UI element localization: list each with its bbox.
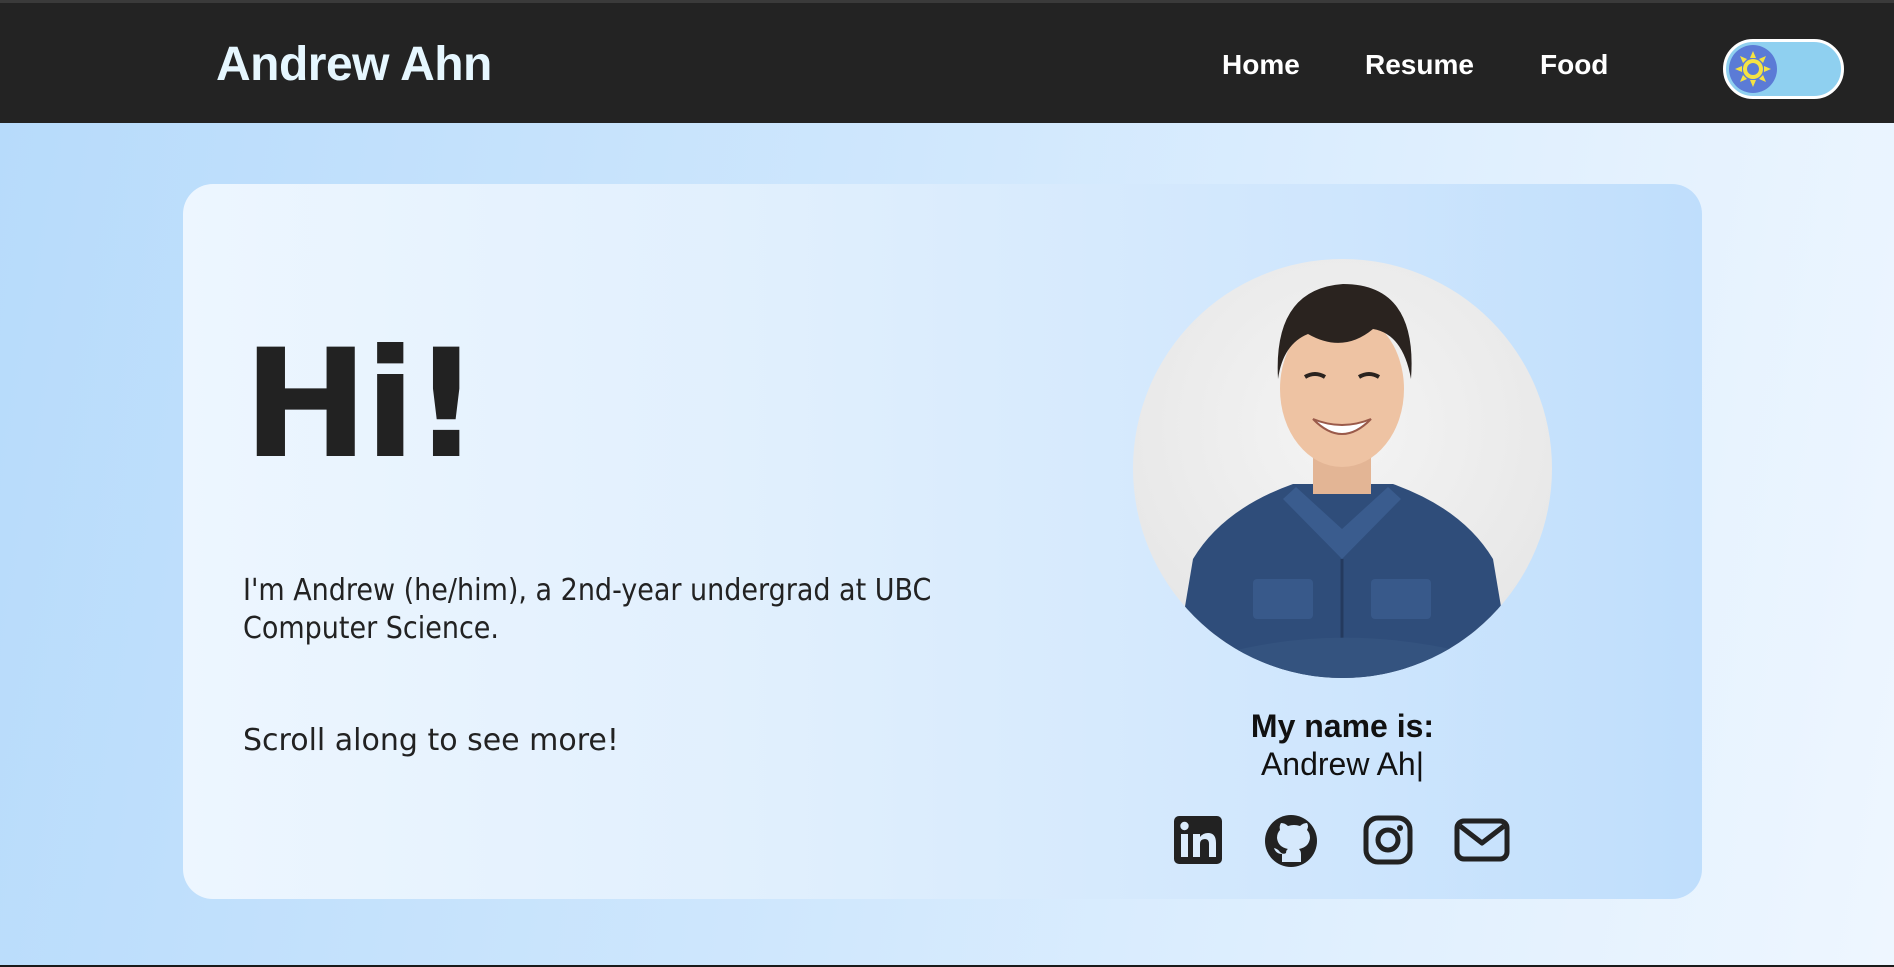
intro-text: I'm Andrew (he/him), a 2nd-year undergra… <box>243 573 932 646</box>
name-label: My name is: <box>1250 708 1435 744</box>
greeting-heading: Hi! <box>243 318 480 492</box>
site-brand[interactable]: Andrew Ahn <box>216 37 492 92</box>
linkedin-icon[interactable] <box>1172 814 1224 866</box>
nav-resume-link[interactable]: Resume <box>1365 49 1474 81</box>
sun-icon <box>1735 51 1771 87</box>
theme-toggle[interactable] <box>1723 39 1844 99</box>
nav-food-link[interactable]: Food <box>1540 49 1608 81</box>
social-links <box>1172 814 1512 870</box>
toggle-knob <box>1729 45 1777 93</box>
email-icon[interactable] <box>1454 814 1510 866</box>
nav-home-link[interactable]: Home <box>1222 49 1300 81</box>
navbar: Andrew Ahn Home Resume Food <box>0 3 1894 123</box>
instagram-icon[interactable] <box>1362 814 1414 866</box>
typing-name-text: Andrew Ah| <box>1260 746 1425 782</box>
profile-photo <box>1133 259 1552 678</box>
github-icon[interactable] <box>1264 814 1317 867</box>
profile-illustration <box>1173 284 1513 678</box>
scroll-prompt: Scroll along to see more! <box>243 723 619 758</box>
